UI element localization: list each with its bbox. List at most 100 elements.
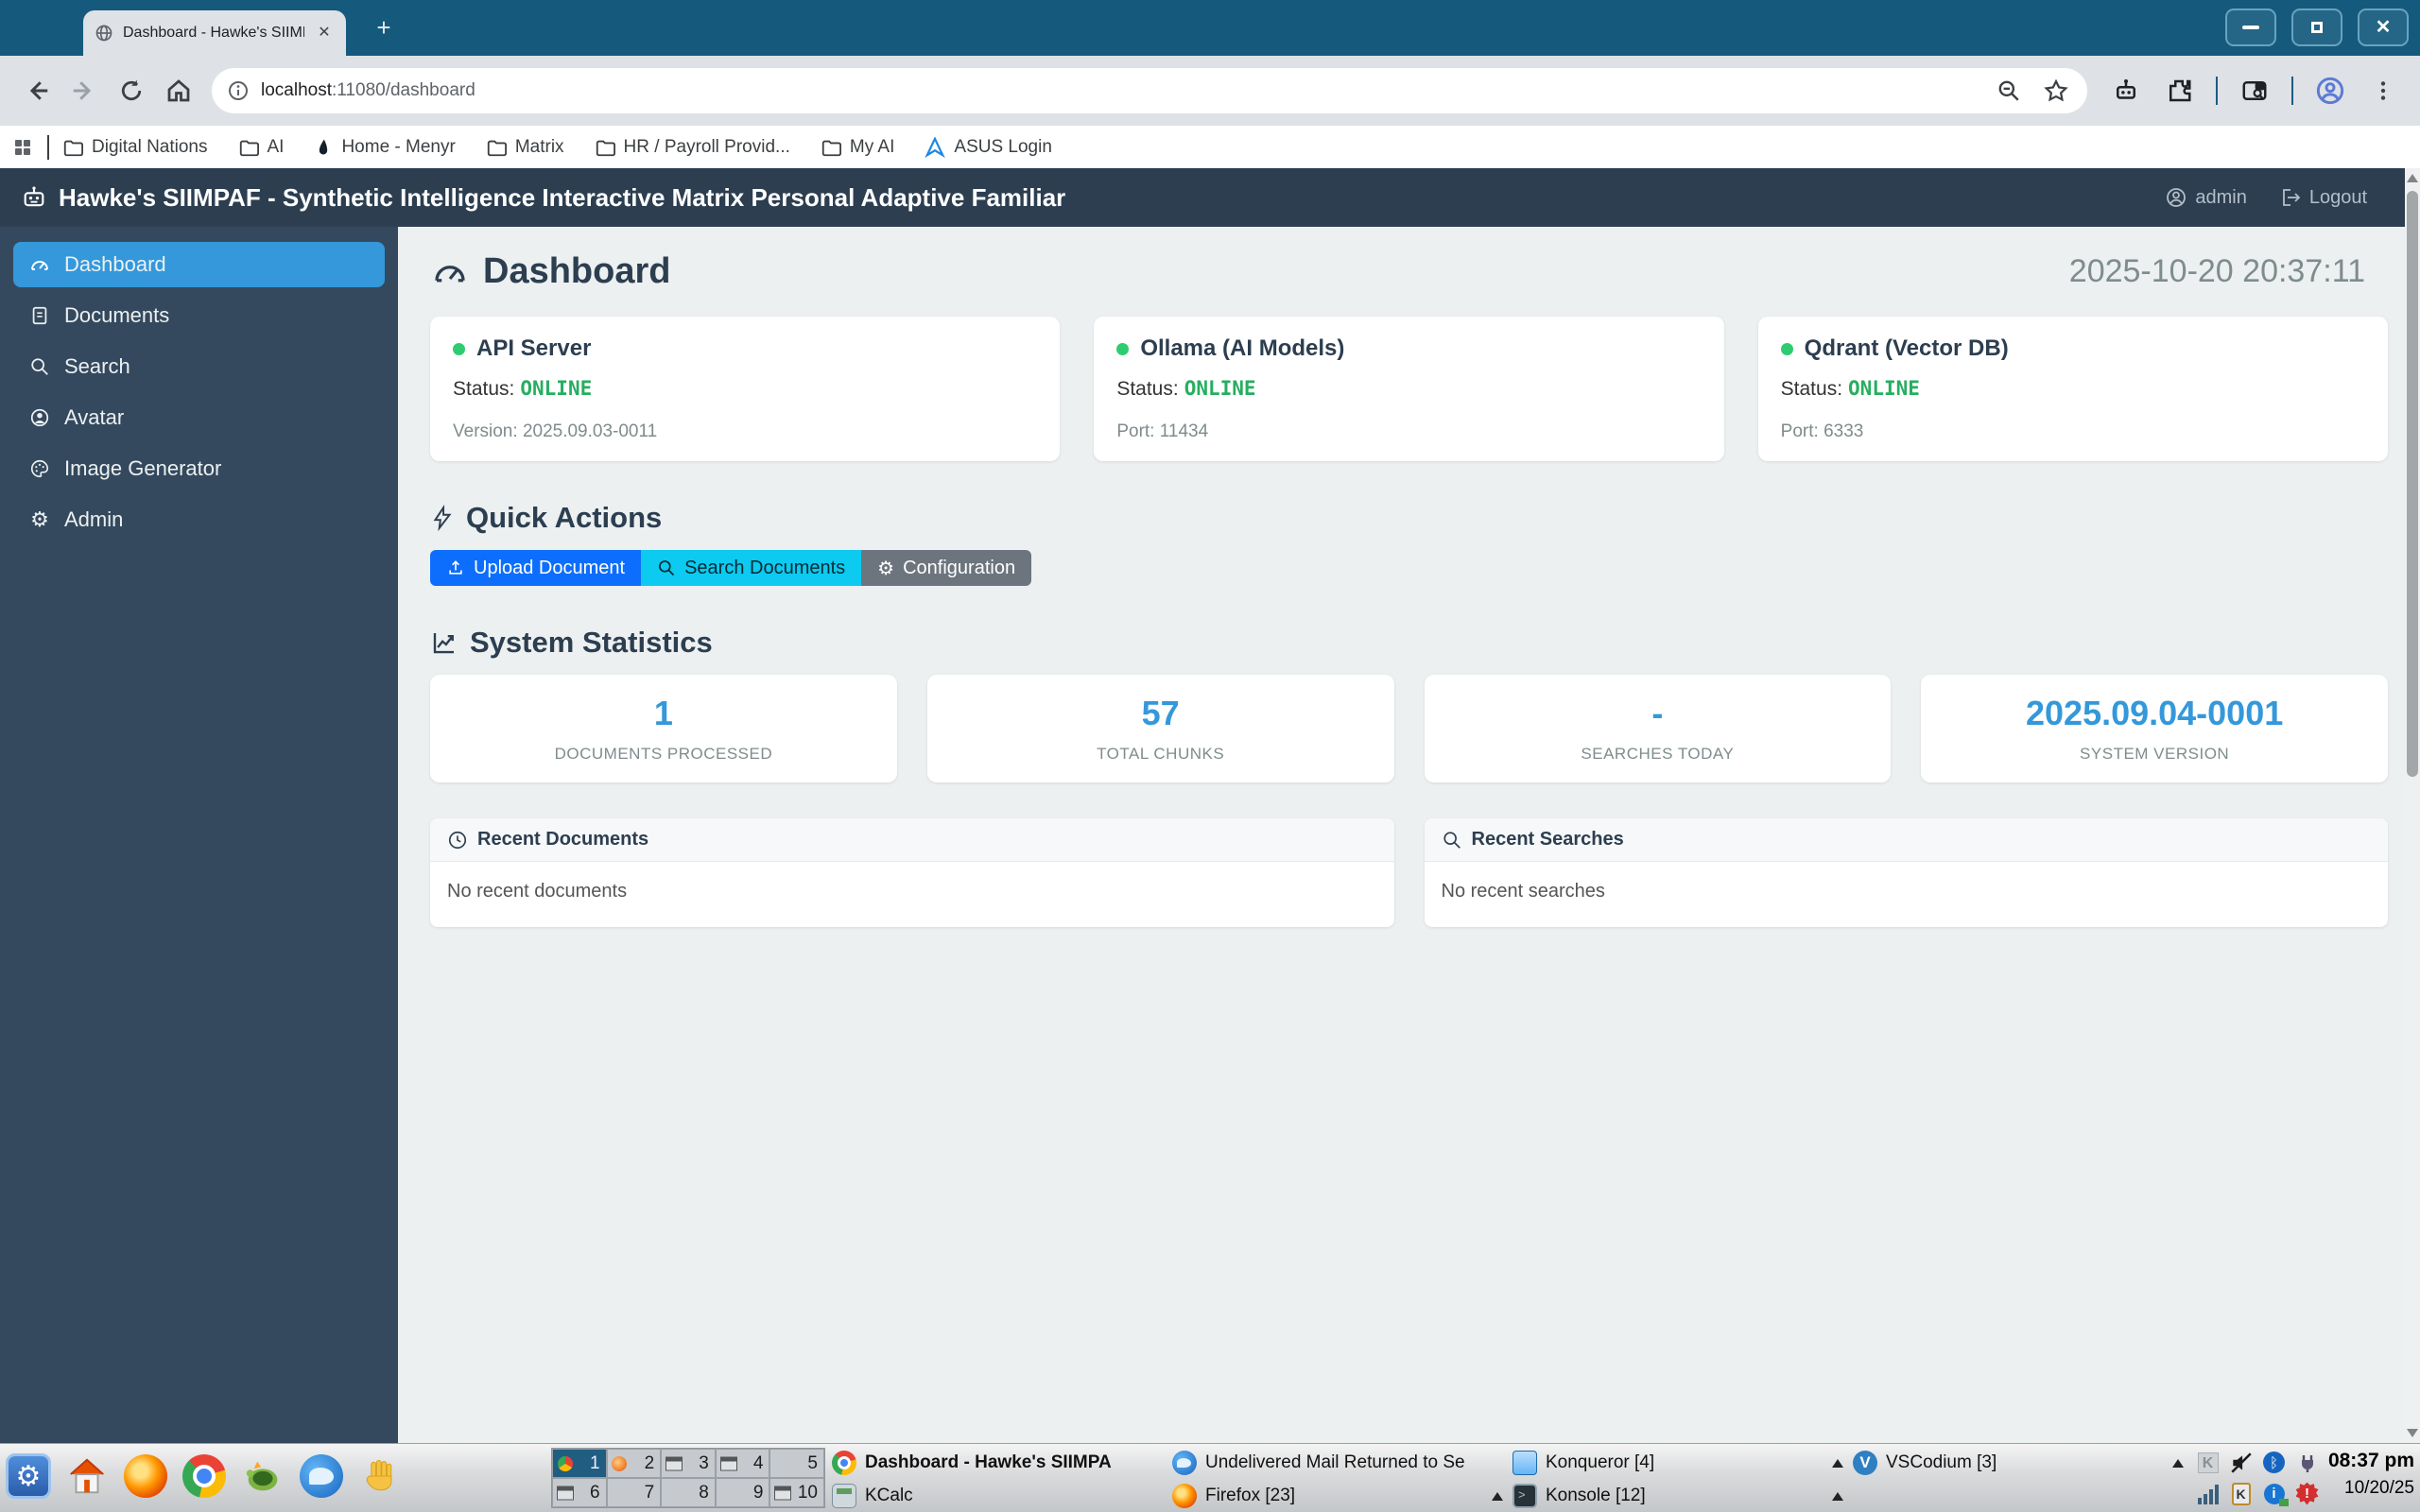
pager-desktop-3[interactable]: 3 xyxy=(661,1449,716,1478)
sidebar-item-admin[interactable]: ⚙ Admin xyxy=(13,497,385,542)
plug-device-icon[interactable] xyxy=(2290,1447,2324,1478)
pager-desktop-2[interactable]: 2 xyxy=(606,1449,662,1478)
task-firefox[interactable]: Firefox [23] xyxy=(1165,1479,1505,1512)
gear-icon: ⚙ xyxy=(877,558,895,579)
launcher-turtle-app[interactable] xyxy=(238,1449,287,1503)
tray-inactive-app-icon[interactable]: K xyxy=(2191,1447,2224,1478)
pager-desktop-8[interactable]: 8 xyxy=(661,1478,716,1507)
scrollbar-thumb[interactable] xyxy=(2407,191,2418,777)
mini-window-icon xyxy=(719,1456,737,1470)
mini-app-icon xyxy=(558,1455,573,1471)
forward-button[interactable] xyxy=(68,75,100,107)
mini-app-icon xyxy=(611,1455,627,1471)
group-indicator-icon xyxy=(1492,1491,1503,1501)
bookmark-home-menyr[interactable]: Home - Menyr xyxy=(314,137,456,158)
mini-window-icon xyxy=(774,1486,792,1500)
tab-close-icon[interactable]: ✕ xyxy=(314,23,335,43)
task-konqueror[interactable]: Konqueror [4] xyxy=(1505,1446,1845,1479)
pager-desktop-10[interactable]: 10 xyxy=(769,1478,824,1507)
task-chrome-dashboard[interactable]: Dashboard - Hawke's SIIMPA xyxy=(824,1446,1165,1479)
bookmark-star-icon[interactable] xyxy=(2040,75,2072,107)
toolbar-divider xyxy=(2216,77,2218,105)
stat-total-chunks: 57 TOTAL CHUNKS xyxy=(926,675,1394,782)
task-konsole[interactable]: Konsole [12] xyxy=(1505,1479,1845,1512)
address-bar[interactable]: localhost:11080/dashboard xyxy=(212,68,2087,113)
profile-avatar-icon[interactable] xyxy=(2314,75,2346,107)
sidebar-item-dashboard[interactable]: Dashboard xyxy=(13,242,385,287)
sidebar-item-image-generator[interactable]: Image Generator xyxy=(13,446,385,491)
reload-button[interactable] xyxy=(115,75,147,107)
info-status-icon[interactable]: i xyxy=(2257,1478,2290,1509)
close-icon: ✕ xyxy=(2375,17,2392,38)
pager-desktop-1[interactable]: 1 xyxy=(552,1449,607,1478)
launcher-thunderbird[interactable] xyxy=(297,1449,346,1503)
mini-window-icon xyxy=(557,1486,574,1500)
sidebar-item-avatar[interactable]: Avatar xyxy=(13,395,385,440)
task-manager: Dashboard - Hawke's SIIMPA Undelivered M… xyxy=(824,1446,2186,1512)
menu-kebab-icon[interactable] xyxy=(2367,75,2399,107)
pager-desktop-6[interactable]: 6 xyxy=(552,1478,607,1507)
sidebar-item-search[interactable]: Search xyxy=(13,344,385,389)
bookmark-matrix[interactable]: Matrix xyxy=(486,137,564,158)
zoom-out-icon[interactable] xyxy=(1993,75,2025,107)
search-icon xyxy=(1443,831,1461,849)
search-documents-button[interactable]: Search Documents xyxy=(641,550,862,586)
pager-desktop-9[interactable]: 9 xyxy=(715,1478,770,1507)
launcher-chrome[interactable] xyxy=(180,1449,229,1503)
bookmark-hr-payroll[interactable]: HR / Payroll Provid... xyxy=(595,137,790,158)
tab-favicon-globe-icon xyxy=(95,24,113,43)
browser-tab[interactable]: Dashboard - Hawke's SIIMPAF ✕ xyxy=(83,10,346,56)
launcher-firefox[interactable] xyxy=(121,1449,170,1503)
back-button[interactable] xyxy=(21,75,53,107)
status-dot-green xyxy=(453,342,465,355)
taskbar-clock[interactable]: 08:37 pm 10/20/25 xyxy=(2328,1450,2414,1499)
sidebar-item-documents[interactable]: Documents xyxy=(13,293,385,338)
task-thunderbird-mail[interactable]: Undelivered Mail Returned to Se xyxy=(1165,1446,1505,1479)
konsole-icon xyxy=(1512,1483,1537,1508)
virtual-desktop-pager[interactable]: 1 2 3 4 5 6 7 8 9 10 xyxy=(551,1448,825,1508)
scroll-up-arrow-icon[interactable] xyxy=(2407,174,2418,182)
search-panel-icon[interactable] xyxy=(2238,75,2271,107)
logout-link[interactable]: Logout xyxy=(2279,186,2367,209)
window-minimize-button[interactable] xyxy=(2225,9,2276,46)
url-text[interactable]: localhost:11080/dashboard xyxy=(261,80,475,101)
pager-desktop-7[interactable]: 7 xyxy=(606,1478,662,1507)
bookmark-my-ai[interactable]: My AI xyxy=(821,137,894,158)
volume-muted-icon[interactable] xyxy=(2224,1447,2257,1478)
window-maximize-button[interactable] xyxy=(2291,9,2342,46)
thunderbird-icon xyxy=(300,1454,343,1498)
launcher-home[interactable] xyxy=(62,1449,112,1503)
new-tab-button[interactable]: + xyxy=(369,13,399,43)
robot-extension-icon[interactable] xyxy=(2110,75,2142,107)
launcher-hand-app[interactable] xyxy=(355,1449,405,1503)
detail-line: Version: 2025.09.03-0011 xyxy=(453,421,658,441)
task-kcalc[interactable]: KCalc xyxy=(824,1479,1165,1512)
alert-badge-icon[interactable]: ! xyxy=(2290,1478,2324,1509)
apps-grid-icon[interactable] xyxy=(11,136,34,159)
palette-icon xyxy=(28,457,51,480)
task-vscodium[interactable]: V VSCodium [3] xyxy=(1845,1446,2186,1479)
folder-icon xyxy=(821,140,841,156)
bluetooth-icon[interactable]: ᛒ xyxy=(2257,1447,2290,1478)
extensions-puzzle-icon[interactable] xyxy=(2163,75,2195,107)
empty-state-text: No recent searches xyxy=(1441,881,1605,902)
configuration-button[interactable]: ⚙ Configuration xyxy=(861,550,1032,586)
chrome-icon xyxy=(832,1450,856,1475)
clock-date: 10/20/25 xyxy=(2344,1478,2414,1498)
klipper-clipboard-icon[interactable]: K xyxy=(2224,1478,2257,1509)
logged-in-user: admin xyxy=(2165,186,2247,209)
bookmark-ai[interactable]: AI xyxy=(238,137,284,158)
home-button[interactable] xyxy=(163,75,195,107)
upload-document-button[interactable]: Upload Document xyxy=(430,550,642,586)
launcher-kde-menu[interactable]: ⚙ xyxy=(4,1449,53,1503)
scroll-down-arrow-icon[interactable] xyxy=(2407,1429,2418,1437)
site-info-icon[interactable] xyxy=(227,79,250,102)
pager-desktop-4[interactable]: 4 xyxy=(715,1449,770,1478)
bookmark-digital-nations[interactable]: Digital Nations xyxy=(62,137,208,158)
upload-icon xyxy=(449,560,462,575)
network-signal-icon[interactable] xyxy=(2191,1478,2224,1509)
page-scrollbar[interactable] xyxy=(2405,168,2420,1443)
window-close-button[interactable]: ✕ xyxy=(2358,9,2409,46)
bookmark-asus-login[interactable]: ASUS Login xyxy=(925,136,1052,158)
pager-desktop-5[interactable]: 5 xyxy=(769,1449,824,1478)
